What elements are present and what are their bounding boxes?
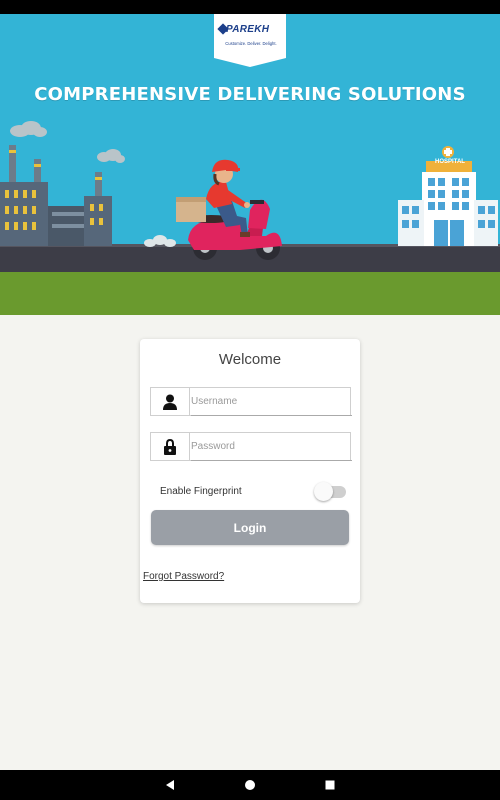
hero-banner: PAREKH Customize. Deliver. Delight. COMP… [0, 14, 500, 315]
brand-name: PAREKH [226, 24, 270, 35]
home-icon[interactable] [243, 778, 257, 792]
login-button[interactable]: Login [151, 510, 349, 545]
password-underline [191, 460, 352, 461]
hero-title: COMPREHENSIVE DELIVERING SOLUTIONS [34, 84, 466, 105]
toggle-thumb [314, 482, 333, 501]
forgot-password-link[interactable]: Forgot Password? [143, 571, 224, 582]
login-card: Welcome Enable Fingerprint Login Forgot … [140, 339, 360, 603]
username-input[interactable] [191, 388, 349, 415]
fingerprint-toggle[interactable] [314, 482, 346, 501]
welcome-heading: Welcome [218, 351, 282, 368]
recents-icon[interactable] [323, 778, 337, 792]
brand-tagline: Customize. Deliver. Delight. [225, 41, 277, 46]
user-icon [151, 388, 190, 415]
lock-icon [151, 433, 190, 460]
back-icon[interactable] [163, 778, 177, 792]
password-input[interactable] [191, 433, 349, 460]
delivery-illustration [0, 14, 500, 315]
fingerprint-label: Enable Fingerprint [160, 486, 242, 497]
status-bar [0, 0, 500, 14]
password-field [150, 432, 352, 461]
navigation-bar [0, 770, 500, 800]
username-underline [191, 415, 352, 416]
hospital-sign: HOSPITAL [435, 159, 465, 165]
username-field [150, 387, 352, 416]
